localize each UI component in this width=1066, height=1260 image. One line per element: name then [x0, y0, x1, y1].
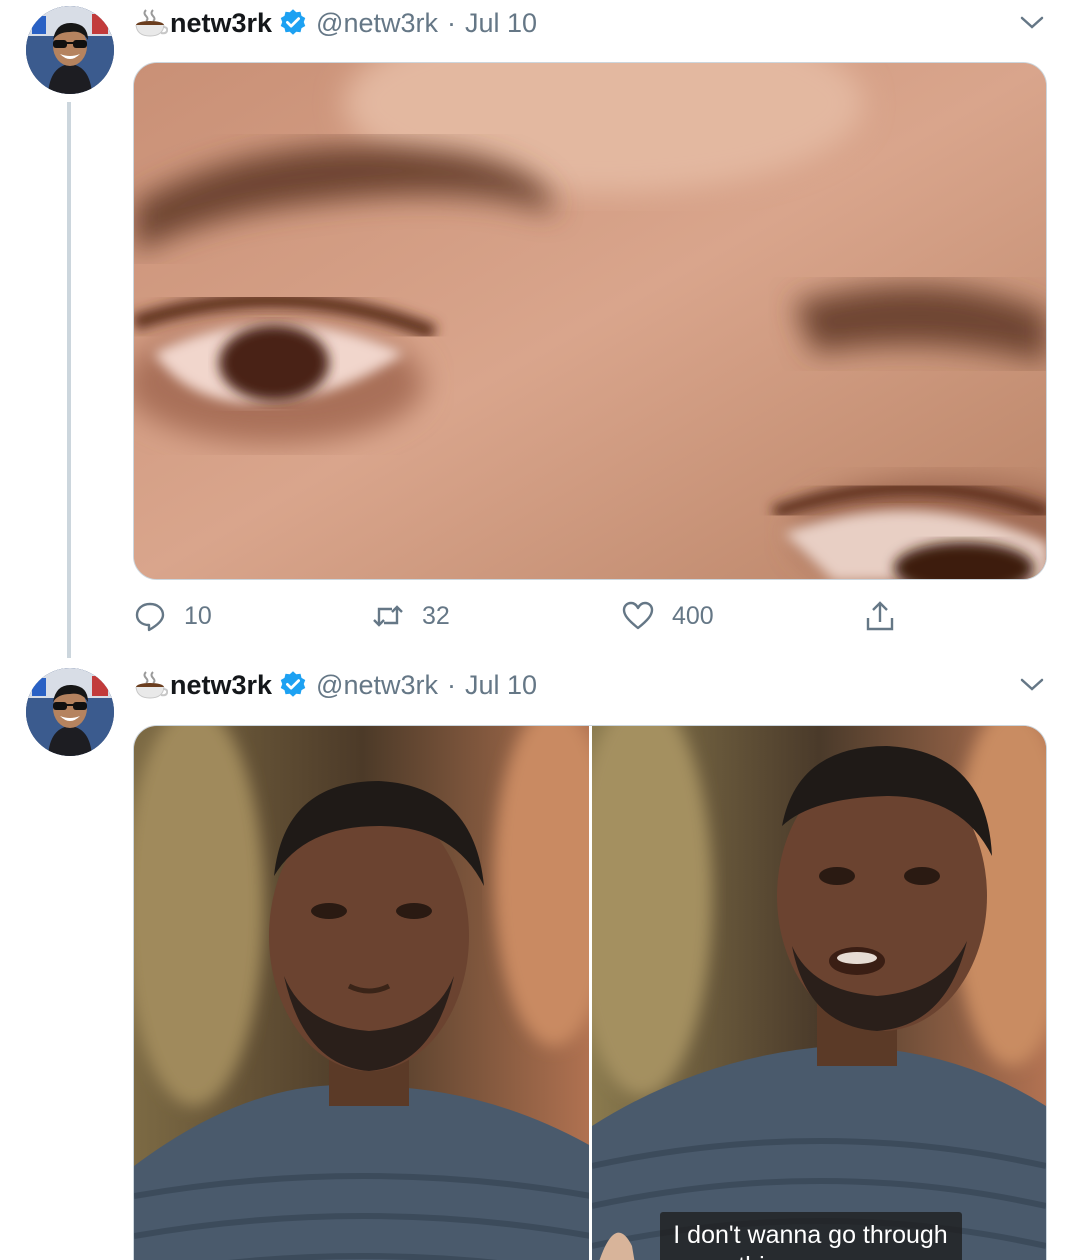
tweet-header: netw3rk @netw3rk · Jul 10: [134, 668, 537, 702]
tweet-image-left[interactable]: [134, 726, 589, 1260]
closeup-eyes-photo: [134, 63, 1046, 579]
chevron-down-icon[interactable]: [1018, 12, 1046, 34]
author-handle[interactable]: @netw3rk: [316, 8, 438, 39]
tweet-2[interactable]: netw3rk @netw3rk · Jul 10 I don't wanna …: [0, 662, 1066, 1260]
tweet-date[interactable]: Jul 10: [465, 670, 537, 701]
reply-icon: [134, 600, 166, 632]
verified-badge-icon: [278, 670, 308, 700]
share-icon: [864, 600, 896, 632]
avatar[interactable]: [26, 6, 114, 94]
reply-count: 10: [184, 601, 212, 630]
author-handle[interactable]: @netw3rk: [316, 670, 438, 701]
author-name[interactable]: netw3rk: [170, 670, 272, 701]
tweet-media-grid: I don't wanna go through this no more.: [133, 725, 1047, 1260]
tweet-header: netw3rk @netw3rk · Jul 10: [134, 6, 537, 40]
tweet-1[interactable]: netw3rk @netw3rk · Jul 10 10 32 400: [0, 0, 1066, 660]
author-name[interactable]: netw3rk: [170, 8, 272, 39]
tweet-image-right[interactable]: I don't wanna go through this no more.: [591, 726, 1047, 1260]
thread-line: [67, 102, 71, 658]
retweet-icon: [372, 600, 404, 632]
reply-button[interactable]: 10: [134, 594, 212, 638]
like-button[interactable]: 400: [622, 594, 714, 638]
chevron-down-icon[interactable]: [1018, 674, 1046, 696]
heart-icon: [622, 600, 654, 632]
retweet-count: 32: [422, 601, 450, 630]
verified-badge-icon: [278, 8, 308, 38]
retweet-button[interactable]: 32: [372, 594, 450, 638]
man-looking-down-photo: [134, 726, 589, 1260]
tweet-image[interactable]: [133, 62, 1047, 580]
avatar[interactable]: [26, 668, 114, 756]
share-button[interactable]: [864, 594, 914, 638]
tweet-date[interactable]: Jul 10: [465, 8, 537, 39]
coffee-cup-icon: [134, 670, 168, 700]
like-count: 400: [672, 601, 714, 630]
man-talking-photo: [591, 726, 1046, 1260]
separator-dot: ·: [447, 669, 456, 700]
tweet-actions: 10 32 400: [134, 594, 914, 638]
video-subtitle: I don't wanna go through this no more.: [659, 1212, 962, 1260]
coffee-cup-icon: [134, 8, 168, 38]
separator-dot: ·: [447, 7, 456, 38]
